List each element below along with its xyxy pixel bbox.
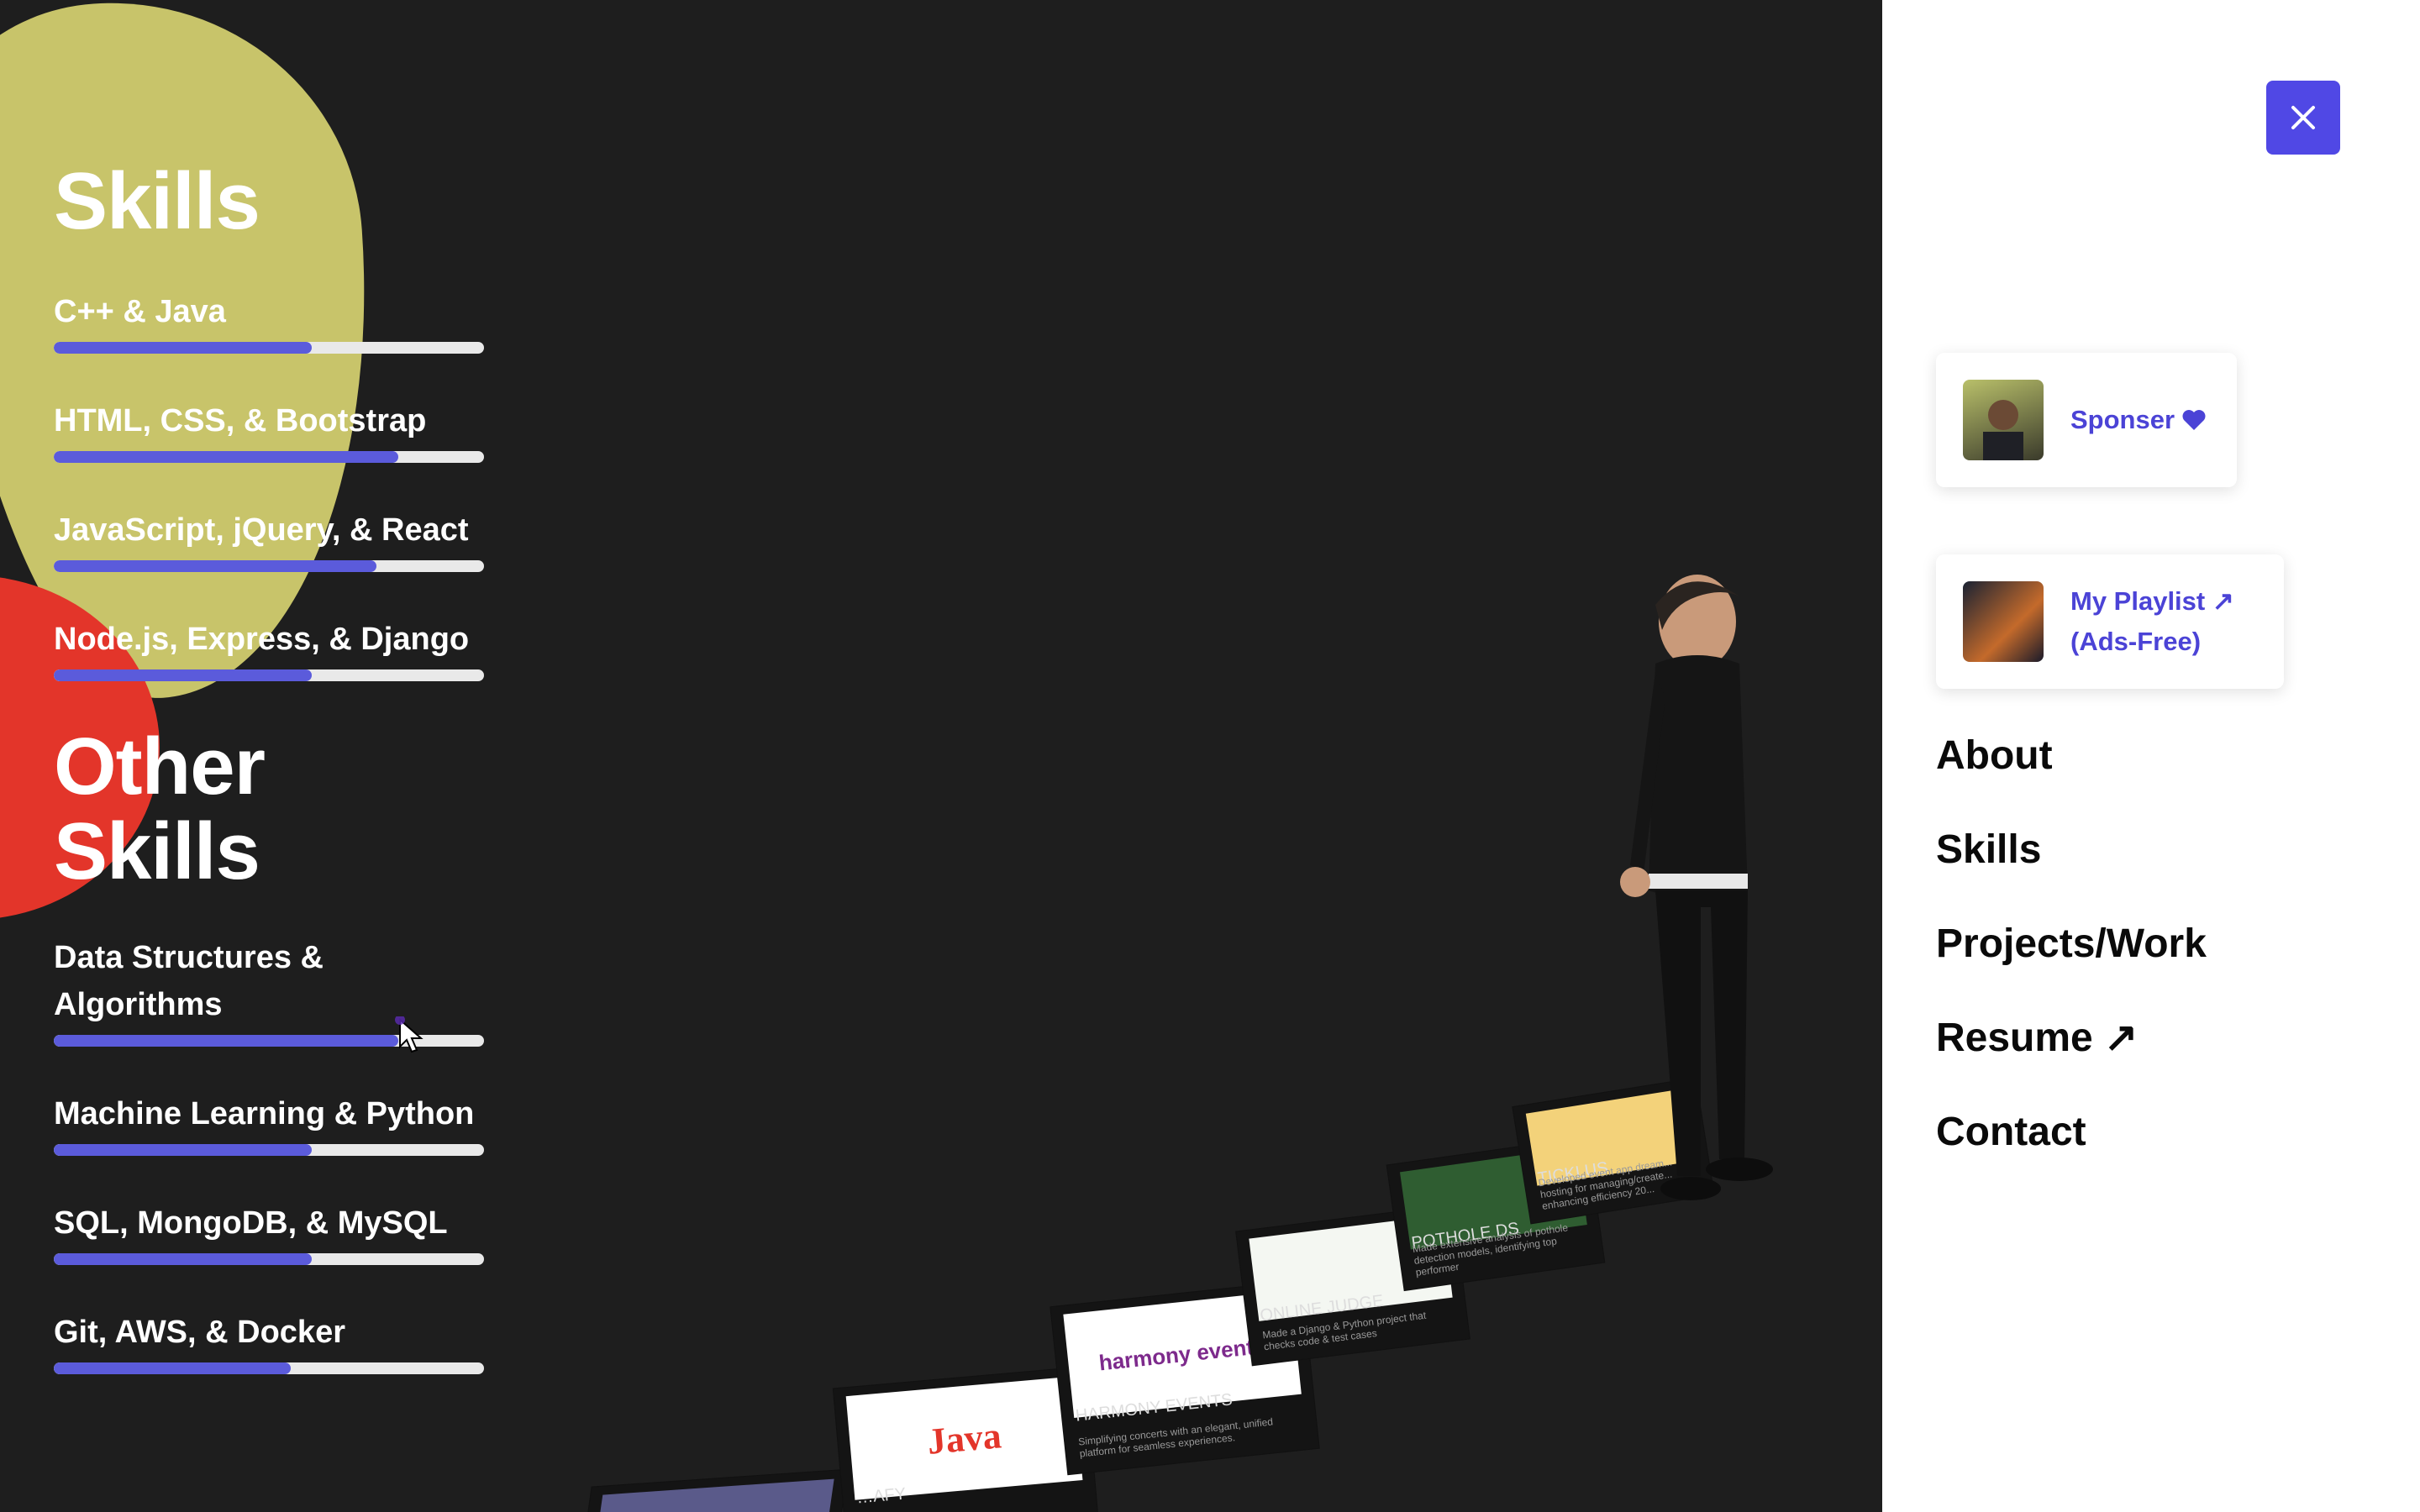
skill-item: C++ & Java [54, 288, 484, 354]
nav-link-about[interactable]: About [1936, 731, 2053, 781]
skill-progress-bar [54, 559, 484, 572]
other-skills-title: Other Skills [54, 721, 266, 896]
skill-label: Node.js, Express, & Django [54, 621, 470, 657]
close-icon [2291, 106, 2315, 129]
skill-progress-fill [54, 1362, 291, 1375]
skill-progress-bar [54, 341, 484, 354]
avatar-3d-figure [1620, 575, 1773, 1200]
project-card[interactable] [581, 1469, 848, 1512]
skill-label: Git, AWS, & Docker [54, 1315, 345, 1351]
skill-progress-fill [54, 341, 313, 354]
other-skills-list: Data Structures & Algorithms Machine Lear… [54, 934, 484, 1375]
skill-item: Machine Learning & Python [54, 1090, 484, 1157]
hero-stage: Skills C++ & Java HTML, CSS, & Bootstrap J… [0, 0, 1882, 1512]
skills-panel: Skills C++ & Java HTML, CSS, & Bootstrap J… [54, 156, 484, 1418]
skill-label: Machine Learning & Python [54, 1096, 475, 1132]
heart-icon [2182, 410, 2206, 430]
skill-label: SQL, MongoDB, & MySQL [54, 1205, 448, 1242]
project-image: Java [845, 1376, 1083, 1500]
skill-progress-fill [54, 669, 313, 681]
skills-title: Skills [54, 156, 260, 246]
skill-progress-fill [54, 1144, 313, 1157]
skill-progress-bar [54, 669, 484, 681]
nav-link-skills[interactable]: Skills [1936, 825, 2041, 875]
playlist-cover [1963, 581, 2044, 662]
skill-progress-bar [54, 1144, 484, 1157]
close-menu-button[interactable] [2266, 81, 2340, 155]
skill-label: JavaScript, jQuery, & React [54, 512, 469, 548]
nav-link-projects[interactable]: Projects/Work [1936, 919, 2207, 969]
skill-progress-fill [54, 450, 398, 463]
java-logo: Java [925, 1414, 1003, 1462]
project-cards: Java …AFY harmony events HARMONY EVENTS … [581, 1078, 1765, 1512]
playlist-label-line-2: (Ads-Free) [2070, 627, 2202, 656]
mouse-cursor-icon [395, 1016, 424, 1053]
skill-item: Node.js, Express, & Django [54, 616, 484, 681]
playlist-card[interactable]: My Playlist ↗ (Ads-Free) [1936, 554, 2284, 689]
skill-label: C++ & Java [54, 293, 226, 329]
skill-progress-fill [54, 1253, 313, 1266]
skill-progress-bar [54, 1362, 484, 1375]
skill-label: HTML, CSS, & Bootstrap [54, 402, 427, 438]
nav-link-resume[interactable]: Resume ↗ [1936, 1013, 2138, 1063]
skills-list: C++ & Java HTML, CSS, & Bootstrap JavaScri… [54, 288, 484, 681]
sponsor-avatar [1963, 380, 2044, 460]
sponsor-card[interactable]: Sponser [1936, 353, 2237, 487]
skill-label: Data Structures & Algorithms [54, 940, 324, 1023]
project-title: …AFY [855, 1484, 907, 1508]
playlist-label: My Playlist ↗ (Ads-Free) [2070, 581, 2234, 662]
skill-item: HTML, CSS, & Bootstrap [54, 397, 484, 463]
sponsor-label: Sponser [2070, 405, 2175, 434]
skill-progress-bar [54, 450, 484, 463]
skill-progress-bar [54, 1253, 484, 1266]
harmony-logo: harmony events [1097, 1332, 1267, 1375]
skill-item: JavaScript, jQuery, & React [54, 507, 484, 572]
skill-progress-fill [54, 1035, 398, 1047]
skill-progress-fill [54, 559, 376, 572]
playlist-label-line-1: My Playlist ↗ [2070, 586, 2234, 616]
skill-item: SQL, MongoDB, & MySQL [54, 1200, 484, 1266]
skill-item: Git, AWS, & Docker [54, 1309, 484, 1375]
nav-link-contact[interactable]: Contact [1936, 1107, 2086, 1158]
